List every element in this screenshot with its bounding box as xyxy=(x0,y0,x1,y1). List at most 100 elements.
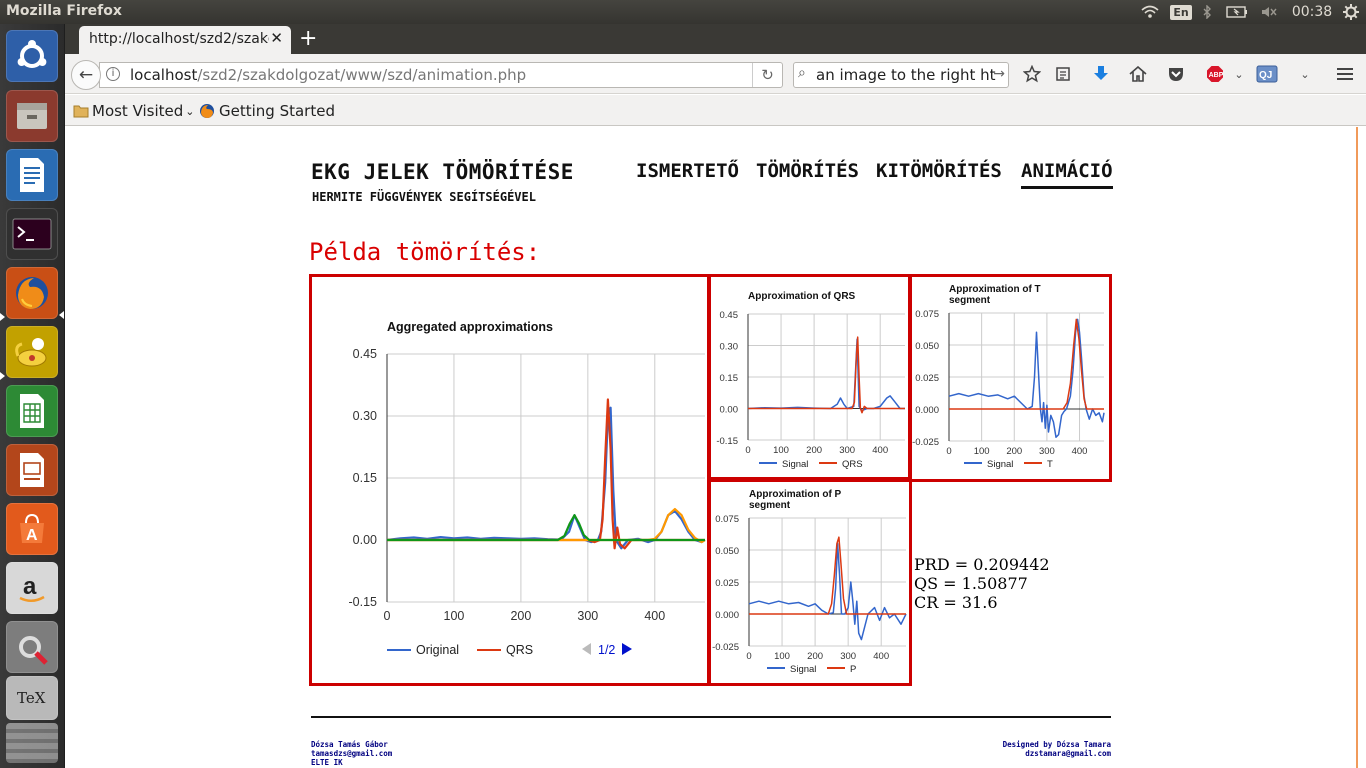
tab-strip: http://localhost/szd2/szakd ✕ + xyxy=(65,24,1366,54)
tex-icon[interactable]: TeX xyxy=(6,676,58,720)
nav-link-kitomorites[interactable]: KITÖMÖRÍTÉS xyxy=(876,160,1002,182)
volume-muted-icon[interactable] xyxy=(1258,0,1280,24)
x-tick-label: 0 xyxy=(745,445,750,456)
y-tick-label: 0.45 xyxy=(353,347,377,361)
series-line-qrs[interactable] xyxy=(748,336,905,414)
t-segment-approximation-chart: Approximation of Tsegment 0 100 200 300 400 0.… xyxy=(912,284,1105,470)
series-line-signal[interactable] xyxy=(747,338,905,412)
terminal-icon[interactable] xyxy=(6,208,58,260)
qrs-approximation-chart: Approximation of QRS 0 100 200 300 400 0.45 0.3… xyxy=(716,291,905,470)
nav-link-animacio[interactable]: ANIMÁCIÓ xyxy=(1021,160,1113,189)
y-tick-label: -0.15 xyxy=(349,595,378,609)
chart-title-line-2: segment xyxy=(949,295,991,306)
nav-link-tomorites[interactable]: TÖMÖRÍTÉS xyxy=(756,160,859,182)
wifi-icon[interactable] xyxy=(1139,0,1161,24)
keyboard-layout-indicator[interactable]: En xyxy=(1170,0,1192,24)
new-tab-button[interactable]: + xyxy=(299,27,317,51)
impress-icon[interactable] xyxy=(6,444,58,496)
chart-title: Approximation of QRS xyxy=(748,291,856,302)
battery-icon[interactable] xyxy=(1224,0,1250,24)
series-line-signal[interactable] xyxy=(948,318,1105,438)
amazon-icon[interactable]: a xyxy=(6,562,58,614)
site-subtitle: HERMITE FÜGGVÉNYEK SEGÍTSÉGÉVEL xyxy=(312,190,536,204)
gear-icon[interactable] xyxy=(1340,0,1362,24)
url-text[interactable]: localhost/szd2/szakdolgozat/www/szd/anim… xyxy=(130,66,526,84)
y-tick-label: 0.050 xyxy=(915,341,939,352)
y-tick-label: 0.075 xyxy=(715,514,739,525)
search-input[interactable]: an image to the right html xyxy=(816,66,996,84)
legend-label: Signal xyxy=(987,459,1013,470)
y-tick-label: 0.45 xyxy=(720,310,739,321)
home-icon[interactable] xyxy=(1126,62,1150,86)
footer-author: Dózsa Tamás Gábor tamasdzs@gmail.com ELT… xyxy=(311,740,392,767)
bluetooth-icon[interactable] xyxy=(1198,0,1216,24)
workspace-stack-icon[interactable] xyxy=(6,723,58,763)
back-button[interactable]: ← xyxy=(71,60,101,90)
settings-icon[interactable] xyxy=(6,621,58,673)
legend-label: QRS xyxy=(506,643,533,657)
clock[interactable]: 00:38 xyxy=(1290,0,1334,24)
x-tick-label: 100 xyxy=(974,446,990,457)
search-bar[interactable]: ⌕ an image to the right html → xyxy=(793,62,1009,88)
stat-qs: QS = 1.50877 xyxy=(914,574,1028,593)
chart-title-line-2: segment xyxy=(749,500,791,511)
site-title[interactable]: EKG JELEK TÖMÖRÍTÉSE xyxy=(311,160,574,184)
footer-author-name: Dózsa Tamás Gábor xyxy=(311,740,388,749)
y-tick-label: 0.30 xyxy=(720,342,739,353)
active-app-title: Mozilla Firefox xyxy=(6,3,122,19)
x-tick-label: 100 xyxy=(773,445,789,456)
series-line-qrs[interactable] xyxy=(387,398,705,550)
search-icon: ⌕ xyxy=(798,65,806,81)
bookmark-star-icon[interactable] xyxy=(1020,62,1044,86)
downloads-icon[interactable] xyxy=(1089,62,1113,86)
calc-icon[interactable] xyxy=(6,385,58,437)
footer-author-org: ELTE IK xyxy=(311,758,343,767)
software-center-icon[interactable]: A xyxy=(6,503,58,555)
y-tick-label: 0.30 xyxy=(353,409,377,423)
y-tick-label: -0.025 xyxy=(712,642,739,653)
reload-icon[interactable]: ↻ xyxy=(752,63,782,87)
firefox-icon[interactable] xyxy=(6,267,58,319)
hamburger-menu-icon[interactable] xyxy=(1333,62,1357,86)
site-info-icon[interactable]: i xyxy=(106,67,120,81)
search-go-icon[interactable]: → xyxy=(993,66,1005,82)
files-icon[interactable] xyxy=(6,90,58,142)
chevron-down-icon[interactable]: ⌄ xyxy=(1227,62,1251,86)
footer-design-credit: Designed by Dózsa Tamara dzstamara@gmail… xyxy=(1003,740,1111,758)
bookmark-getting-started[interactable]: Getting Started xyxy=(199,102,335,120)
url-bar[interactable]: i localhost/szd2/szakdolgozat/www/szd/an… xyxy=(99,62,783,88)
running-indicator xyxy=(0,313,5,321)
footer-divider xyxy=(311,716,1111,718)
genie-icon[interactable] xyxy=(6,326,58,378)
y-tick-label: 0.000 xyxy=(715,610,739,621)
bookmark-most-visited[interactable]: Most Visited ⌄ xyxy=(73,102,195,120)
pocket-icon[interactable] xyxy=(1164,62,1188,86)
bookmark-most-visited-label: Most Visited xyxy=(92,102,184,120)
x-tick-label: 400 xyxy=(873,651,889,662)
chart-panel-t: Approximation of Tsegment 0 100 200 300 400 0.… xyxy=(909,274,1112,482)
x-tick-label: 300 xyxy=(839,445,855,456)
x-tick-label: 200 xyxy=(807,651,823,662)
qj-extension-icon[interactable]: QJ xyxy=(1255,62,1279,86)
legend-label: Original xyxy=(416,643,459,657)
x-tick-label: 400 xyxy=(644,609,665,623)
legend-next-page-icon[interactable] xyxy=(622,643,632,655)
footer-author-email[interactable]: tamasdzs@gmail.com xyxy=(311,749,392,758)
url-path: /szd2/szakdolgozat/www/szd/animation.php xyxy=(197,66,527,84)
svg-text:QJ: QJ xyxy=(1259,70,1272,81)
bookmarks-menu-icon[interactable] xyxy=(1051,62,1075,86)
compression-stats: PRD = 0.209442 QS = 1.50877 CR = 31.6 xyxy=(914,555,1050,612)
browser-tab-active[interactable]: http://localhost/szd2/szakd ✕ xyxy=(79,26,291,54)
x-tick-label: 200 xyxy=(1006,446,1022,457)
series-line-signal[interactable] xyxy=(748,542,907,641)
nav-link-ismerteto[interactable]: ISMERTETŐ xyxy=(636,160,739,182)
adblock-plus-icon[interactable]: ABP xyxy=(1203,62,1227,86)
writer-icon[interactable] xyxy=(6,149,58,201)
close-tab-icon[interactable]: ✕ xyxy=(270,29,283,47)
y-tick-label: 0.00 xyxy=(720,405,739,416)
footer-designer-email[interactable]: dzstamara@gmail.com xyxy=(1003,749,1111,758)
legend-label: T xyxy=(1047,459,1053,470)
ubuntu-dash-icon[interactable] xyxy=(6,30,58,82)
chevron-down-icon[interactable]: ⌄ xyxy=(1293,62,1317,86)
legend-prev-page-icon[interactable] xyxy=(582,643,591,655)
